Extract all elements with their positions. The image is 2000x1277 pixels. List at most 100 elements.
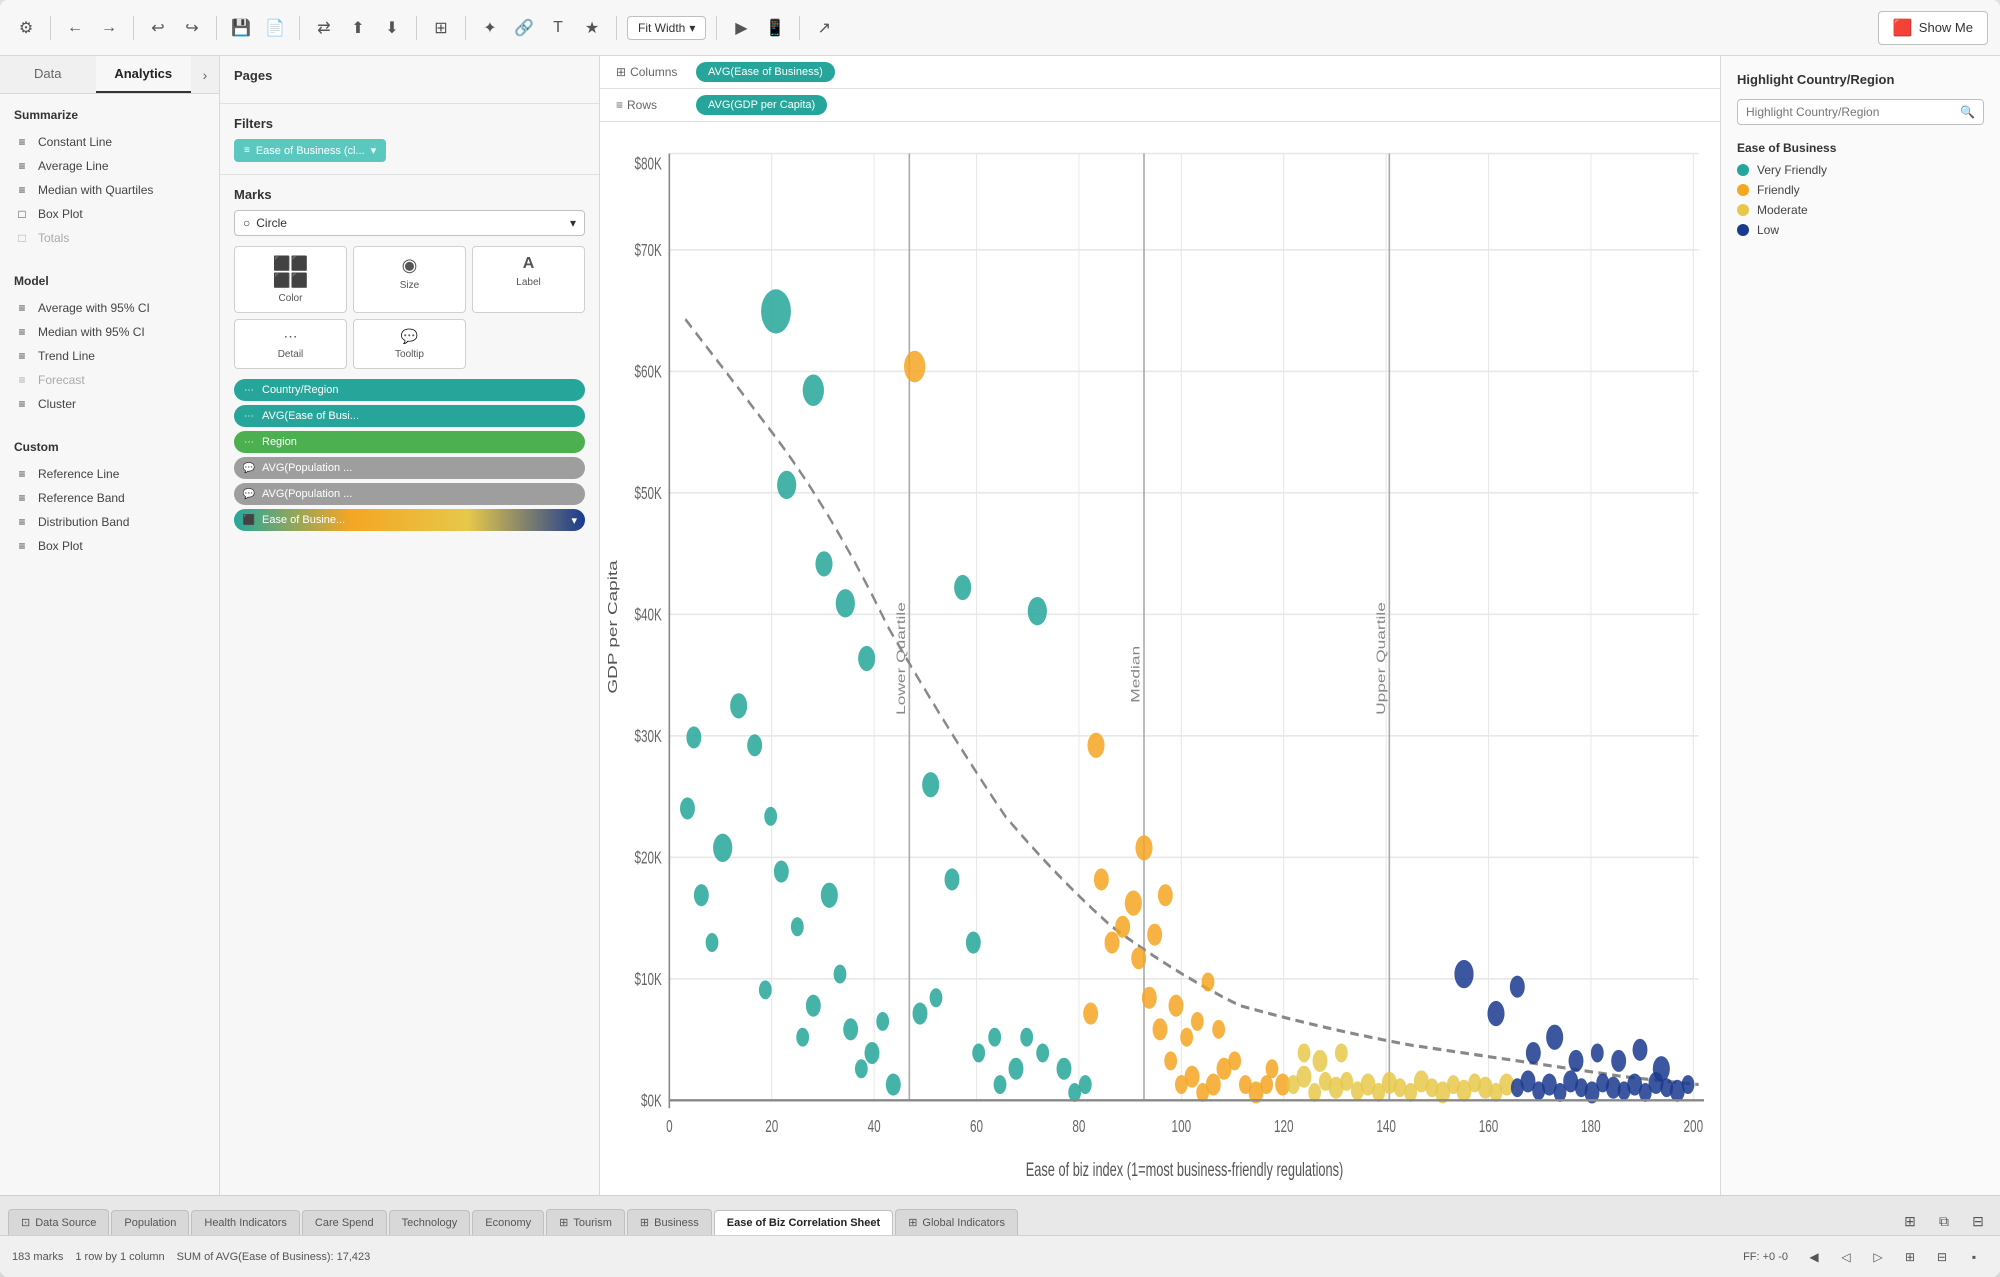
tab-economy[interactable]: Economy bbox=[472, 1210, 544, 1235]
tab-care-spend[interactable]: Care Spend bbox=[302, 1210, 387, 1235]
view-grid1-icon[interactable]: ⊞ bbox=[1896, 1243, 1924, 1271]
svg-text:$10K: $10K bbox=[634, 971, 661, 990]
columns-pill[interactable]: AVG(Ease of Business) bbox=[696, 62, 835, 82]
new-sheet-icon[interactable]: 📄 bbox=[261, 14, 289, 42]
highlight-search-input[interactable] bbox=[1746, 105, 1960, 119]
chat-icon: 💬 bbox=[242, 461, 256, 475]
tab-business[interactable]: ⊞ Business bbox=[627, 1209, 712, 1235]
annotate-icon[interactable]: 🔗 bbox=[510, 14, 538, 42]
trend-line-item[interactable]: ≡ Trend Line bbox=[14, 344, 205, 368]
average-line-icon: ≡ bbox=[14, 158, 30, 174]
distribution-band-item[interactable]: ≡ Distribution Band bbox=[14, 510, 205, 534]
tooltip-button[interactable]: 💬 Tooltip bbox=[353, 319, 466, 369]
y-axis-title: GDP per Capita bbox=[606, 560, 620, 693]
fit-width-button[interactable]: Fit Width ▾ bbox=[627, 16, 706, 40]
group-icon[interactable]: ⊞ bbox=[427, 14, 455, 42]
sep3 bbox=[216, 16, 217, 40]
svg-text:140: 140 bbox=[1376, 1118, 1396, 1137]
tab-global-indicators[interactable]: ⊞ Global Indicators bbox=[895, 1209, 1018, 1235]
status-bar: 183 marks 1 row by 1 column SUM of AVG(E… bbox=[0, 1235, 2000, 1277]
box-plot-custom-item[interactable]: ≡ Box Plot bbox=[14, 534, 205, 558]
save-icon[interactable]: 💾 bbox=[227, 14, 255, 42]
chart-container: Lower Quartile Median Upper Quartile bbox=[600, 122, 1720, 1195]
filter-pill-ease[interactable]: ≡ Ease of Business (cl... ▾ bbox=[234, 139, 386, 162]
highlight-search-box[interactable]: 🔍 bbox=[1737, 99, 1984, 125]
cluster-icon: ≡ bbox=[14, 396, 30, 412]
low-label: Low bbox=[1757, 223, 1779, 237]
pages-title: Pages bbox=[234, 68, 585, 83]
sort-asc-icon[interactable]: ⬆ bbox=[344, 14, 372, 42]
mark-pill-region[interactable]: ⋯ Region bbox=[234, 431, 585, 453]
rows-icon: ≡ bbox=[616, 98, 623, 112]
tab-ease-biz[interactable]: Ease of Biz Correlation Sheet bbox=[714, 1210, 893, 1235]
paging-prev2-icon[interactable]: ◁ bbox=[1832, 1243, 1860, 1271]
mark-pill-ease-of-busi[interactable]: ⋯ AVG(Ease of Busi... bbox=[234, 405, 585, 427]
forward-icon[interactable]: → bbox=[95, 14, 123, 42]
totals-item[interactable]: □ Totals bbox=[14, 226, 205, 250]
svg-text:$20K: $20K bbox=[634, 850, 661, 869]
average-line-item[interactable]: ≡ Average Line bbox=[14, 154, 205, 178]
tab-analytics[interactable]: Analytics bbox=[96, 56, 192, 93]
tab-tourism[interactable]: ⊞ Tourism bbox=[546, 1209, 625, 1235]
constant-line-item[interactable]: ≡ Constant Line bbox=[14, 130, 205, 154]
detail-button[interactable]: ⋯ Detail bbox=[234, 319, 347, 369]
median-quartiles-item[interactable]: ≡ Median with Quartiles bbox=[14, 178, 205, 202]
tab-health-indicators[interactable]: Health Indicators bbox=[191, 1210, 300, 1235]
tooltip-icon: 💬 bbox=[401, 328, 418, 345]
svg-text:$70K: $70K bbox=[634, 242, 661, 261]
panel-close-icon[interactable]: › bbox=[191, 56, 219, 93]
cluster-item[interactable]: ≡ Cluster bbox=[14, 392, 205, 416]
highlight-icon[interactable]: ✦ bbox=[476, 14, 504, 42]
sheet-options-icon[interactable]: ⊟ bbox=[1964, 1207, 1992, 1235]
tab-population[interactable]: Population bbox=[111, 1210, 189, 1235]
present-icon[interactable]: ▶ bbox=[727, 14, 755, 42]
multicolor-icon: ⬛ bbox=[242, 513, 256, 527]
reference-band-item[interactable]: ≡ Reference Band bbox=[14, 486, 205, 510]
columns-shelf: ⊞ Columns AVG(Ease of Business) bbox=[600, 56, 1720, 89]
sep7 bbox=[616, 16, 617, 40]
paging-prev-icon[interactable]: ◀ bbox=[1800, 1243, 1828, 1271]
mark-pill-country[interactable]: ⋯ Country/Region bbox=[234, 379, 585, 401]
box-plot-summarize-item[interactable]: □ Box Plot bbox=[14, 202, 205, 226]
size-button[interactable]: ◉ Size bbox=[353, 246, 466, 313]
redo-icon[interactable]: ↪ bbox=[178, 14, 206, 42]
global-indicators-icon: ⊞ bbox=[908, 1216, 917, 1229]
mark-pill-pop1[interactable]: 💬 AVG(Population ... bbox=[234, 457, 585, 479]
forecast-item[interactable]: ≡ Forecast bbox=[14, 368, 205, 392]
toolbar: ⚙ ← → ↩ ↪ 💾 📄 ⇄ ⬆ ⬇ ⊞ ✦ 🔗 T ★ Fit Width … bbox=[0, 0, 2000, 56]
svg-text:60: 60 bbox=[970, 1118, 983, 1137]
color-button[interactable]: ⬛⬛⬛⬛ Color bbox=[234, 246, 347, 313]
tab-technology-label: Technology bbox=[402, 1217, 458, 1229]
tab-technology[interactable]: Technology bbox=[389, 1210, 471, 1235]
share-icon[interactable]: ↗ bbox=[810, 14, 838, 42]
median-95ci-item[interactable]: ≡ Median with 95% CI bbox=[14, 320, 205, 344]
filter-icon: ≡ bbox=[244, 145, 250, 156]
text-icon[interactable]: T bbox=[544, 14, 572, 42]
back-icon[interactable]: ← bbox=[61, 14, 89, 42]
tableau-logo-icon[interactable]: ⚙ bbox=[12, 14, 40, 42]
undo-icon[interactable]: ↩ bbox=[144, 14, 172, 42]
device-preview-icon[interactable]: 📱 bbox=[761, 14, 789, 42]
duplicate-sheet-icon[interactable]: ⧉ bbox=[1930, 1207, 1958, 1235]
tab-data-source[interactable]: ⊡ Data Source bbox=[8, 1209, 109, 1235]
mark-pill-ease-color[interactable]: ⬛ Ease of Busine... ▾ bbox=[234, 509, 585, 531]
marks-type-select[interactable]: ○ Circle ▾ bbox=[234, 210, 585, 236]
swap-icon[interactable]: ⇄ bbox=[310, 14, 338, 42]
rows-pill[interactable]: AVG(GDP per Capita) bbox=[696, 95, 827, 115]
paging-next-icon[interactable]: ▷ bbox=[1864, 1243, 1892, 1271]
totals-icon: □ bbox=[14, 230, 30, 246]
sort-desc-icon[interactable]: ⬇ bbox=[378, 14, 406, 42]
show-me-button[interactable]: 🟥 Show Me bbox=[1878, 11, 1988, 45]
avg-95ci-item[interactable]: ≡ Average with 95% CI bbox=[14, 296, 205, 320]
tooltip-icon[interactable]: ★ bbox=[578, 14, 606, 42]
pages-section: Pages bbox=[220, 56, 599, 104]
detail-icon: ⋯ bbox=[284, 328, 298, 345]
tab-data[interactable]: Data bbox=[0, 56, 96, 93]
view-grid2-icon[interactable]: ⊟ bbox=[1928, 1243, 1956, 1271]
add-sheet-icon[interactable]: ⊞ bbox=[1896, 1207, 1924, 1235]
svg-text:0: 0 bbox=[666, 1118, 673, 1137]
label-button[interactable]: A Label bbox=[472, 246, 585, 313]
reference-line-item[interactable]: ≡ Reference Line bbox=[14, 462, 205, 486]
mark-pill-pop2[interactable]: 💬 AVG(Population ... bbox=[234, 483, 585, 505]
view-list-icon[interactable]: ▪ bbox=[1960, 1243, 1988, 1271]
